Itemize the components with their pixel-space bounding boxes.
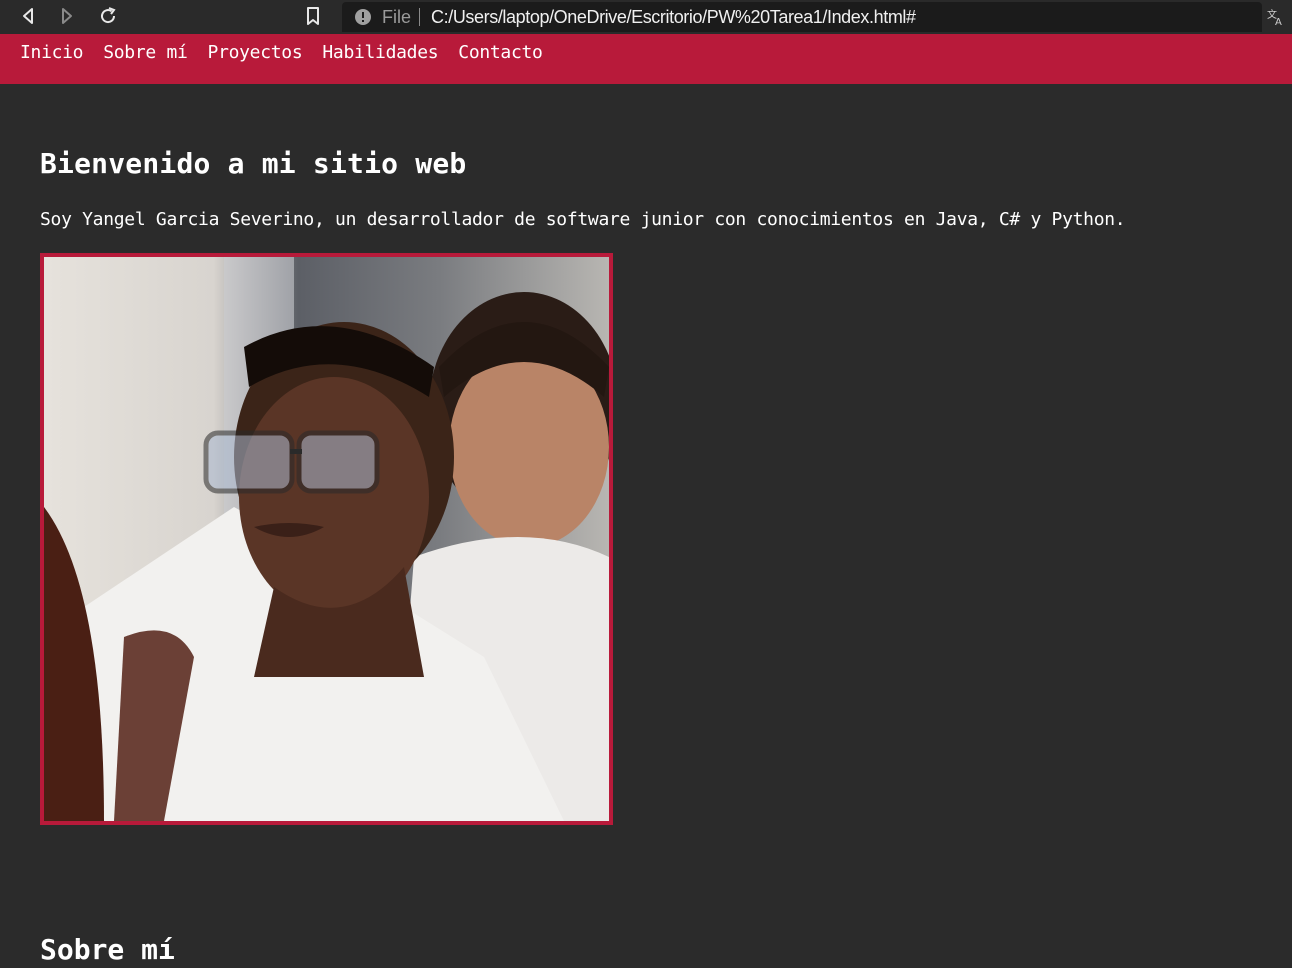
nav-link-inicio[interactable]: Inicio [20,42,84,63]
file-scheme-label: File [382,6,412,27]
bookmark-button[interactable] [302,5,324,27]
back-button[interactable] [17,5,39,27]
reload-button[interactable] [97,5,119,27]
profile-photo [40,253,613,825]
forward-button[interactable] [56,5,78,27]
reload-icon [101,7,116,24]
forward-arrow-icon [62,8,72,24]
back-arrow-icon [23,8,33,24]
bookmark-icon [307,7,319,25]
hero-intro-text: Soy Yangel Garcia Severino, un desarroll… [40,209,1126,230]
nav-item-sobre-mi: Sobre mí [103,34,188,71]
nav-list: Inicio Sobre mí Proyectos Habilidades Co… [0,34,1292,71]
address-bar[interactable]: File C:/Users/laptop/OneDrive/Escritorio… [342,2,1262,32]
svg-text:A: A [1275,17,1282,27]
nav-link-contacto[interactable]: Contacto [458,42,543,63]
hero-title: Bienvenido a mi sitio web [40,147,467,180]
address-separator [419,8,421,26]
nav-item-inicio: Inicio [20,34,84,71]
translate-icon: 文 A [1267,8,1282,28]
nav-item-contacto: Contacto [458,34,543,71]
nav-item-proyectos: Proyectos [208,34,303,71]
nav-link-proyectos[interactable]: Proyectos [208,42,303,63]
nav-link-habilidades[interactable]: Habilidades [322,42,438,63]
about-section-title: Sobre mí [40,933,175,966]
nav-item-habilidades: Habilidades [322,34,438,71]
profile-photo-illustration [44,257,609,821]
nav-link-sobre-mi[interactable]: Sobre mí [103,42,188,63]
url-text[interactable]: C:/Users/laptop/OneDrive/Escritorio/PW%2… [431,7,916,28]
translate-button[interactable]: 文 A [1266,7,1286,28]
browser-toolbar: File C:/Users/laptop/OneDrive/Escritorio… [0,0,1292,34]
site-info-icon[interactable] [354,8,372,26]
site-navigation: Inicio Sobre mí Proyectos Habilidades Co… [0,34,1292,84]
